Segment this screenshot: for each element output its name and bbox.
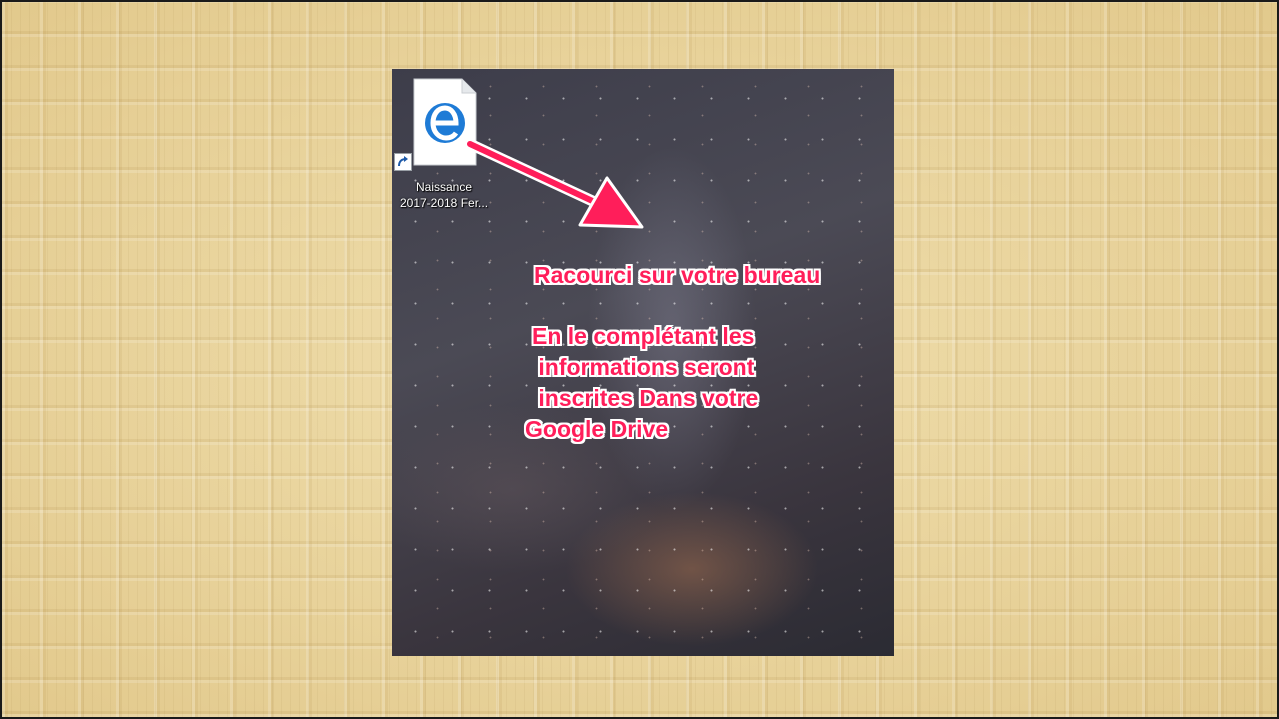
annotation-line-4: Google Drive bbox=[525, 416, 669, 442]
annotation-title: Racourci sur votre bureau bbox=[534, 262, 821, 288]
annotation-line-1: En le complétant les bbox=[532, 323, 755, 349]
slide-background: Naissance 2017-2018 Fer... Racourci sur … bbox=[0, 0, 1279, 719]
annotation-body: En le complétant les informations seront… bbox=[525, 321, 759, 445]
desktop-screenshot: Naissance 2017-2018 Fer... Racourci sur … bbox=[392, 69, 894, 656]
annotation-line-2: informations seront bbox=[532, 354, 755, 380]
annotation-line-3: inscrites Dans votre bbox=[532, 385, 759, 411]
